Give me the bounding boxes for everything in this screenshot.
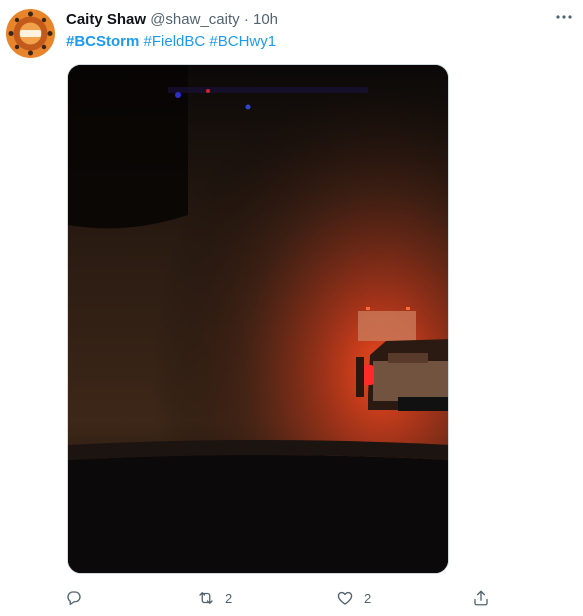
reply-icon: [67, 591, 81, 606]
tweet-actions: 2 2: [0, 585, 583, 611]
hashtag-link[interactable]: #BCHwy1: [209, 33, 276, 50]
tweet-header: Caity Shaw @shaw_caity · 10h: [66, 10, 278, 30]
tweet-timestamp[interactable]: 10h: [253, 11, 278, 28]
avatar[interactable]: [6, 9, 55, 58]
more-icon: [556, 15, 572, 19]
retweet-icon: [199, 592, 213, 604]
author-handle[interactable]: @shaw_caity: [150, 11, 239, 28]
tweet-text: #BCStorm #FieldBC #BCHwy1: [66, 32, 276, 52]
author-name[interactable]: Caity Shaw: [66, 11, 146, 28]
share-icon: [474, 590, 488, 606]
heart-icon: [337, 591, 353, 605]
avatar-badge-icon: [6, 9, 55, 58]
hashtag-link[interactable]: #FieldBC: [144, 33, 206, 50]
reply-button[interactable]: [65, 585, 93, 611]
night-storm-road-photo: [68, 65, 448, 573]
share-button[interactable]: [472, 585, 490, 611]
separator-dot: ·: [243, 11, 249, 28]
retweet-button[interactable]: 2: [197, 585, 232, 611]
like-button[interactable]: 2: [336, 585, 371, 611]
retweet-count: 2: [225, 590, 233, 606]
tweet[interactable]: Caity Shaw @shaw_caity · 10h #BCStorm #F…: [0, 0, 583, 616]
tweet-photo[interactable]: [67, 64, 449, 574]
like-count: 2: [364, 590, 372, 606]
more-options-button[interactable]: [555, 8, 573, 31]
hashtag-link[interactable]: #BCStorm: [66, 33, 139, 50]
